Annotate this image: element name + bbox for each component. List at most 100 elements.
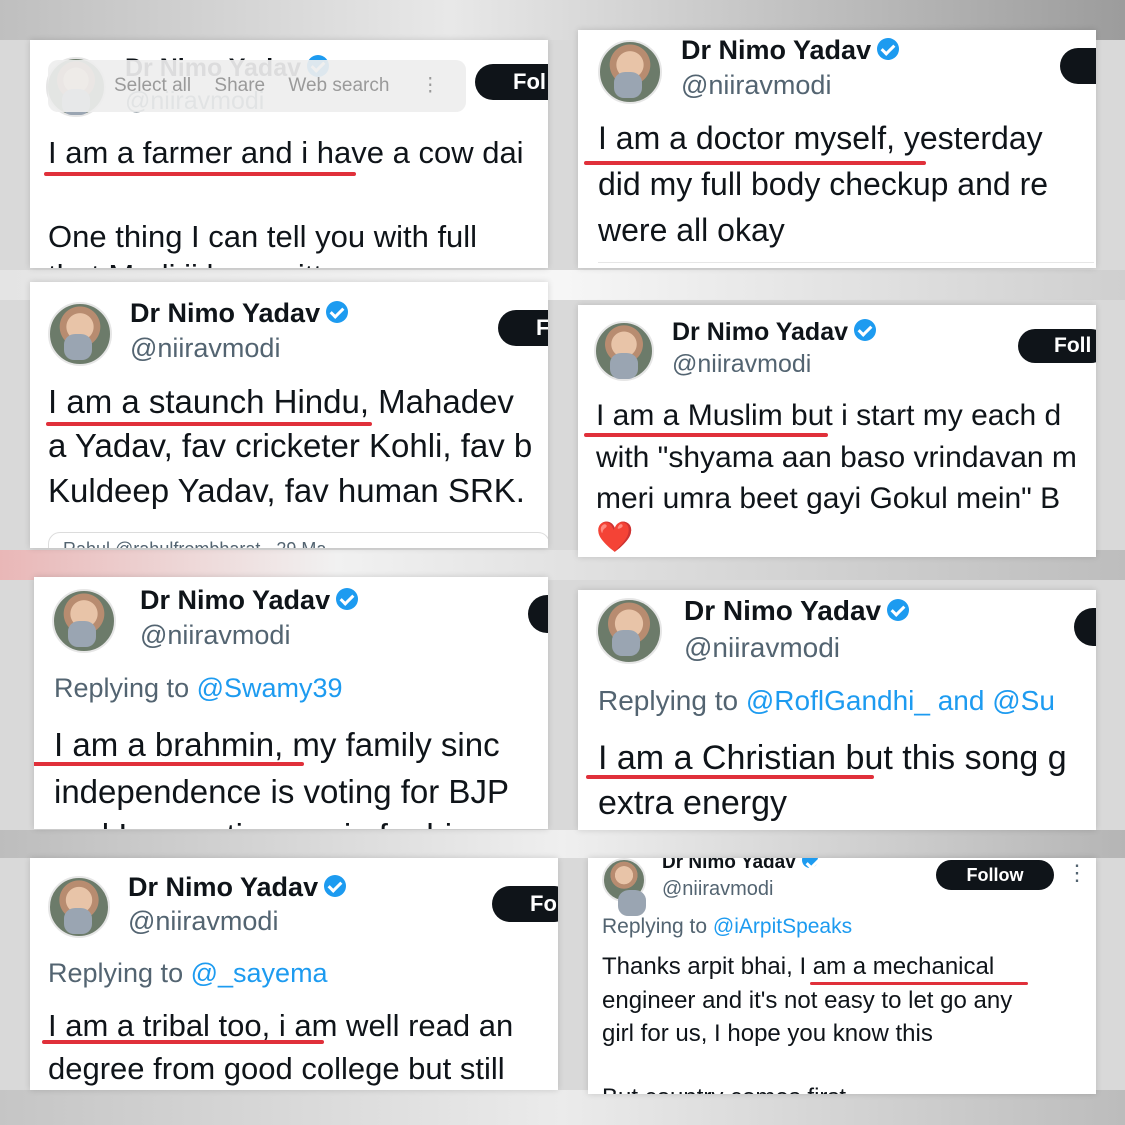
follow-button[interactable]: F xyxy=(498,310,548,346)
author-name[interactable]: Dr Nimo Yadav xyxy=(681,35,900,66)
red-underline xyxy=(584,161,926,165)
background-band xyxy=(0,830,1125,858)
author-name[interactable]: Dr Nimo Yadav xyxy=(684,595,910,627)
red-underline xyxy=(42,1040,324,1044)
tweet-panel-farmer: Dr Nimo Yadav @niiravmodi Select all Sha… xyxy=(30,40,548,268)
author-name[interactable]: Dr Nimo Yadav xyxy=(672,318,877,347)
author-handle[interactable]: @niiravmodi xyxy=(681,70,831,101)
verified-badge-icon xyxy=(877,37,900,60)
author-name[interactable]: Dr Nimo Yadav xyxy=(130,298,349,329)
follow-button[interactable] xyxy=(1074,608,1096,646)
follow-button[interactable] xyxy=(1060,48,1096,84)
reply-mention-link[interactable]: @Swamy39 xyxy=(197,673,343,703)
follow-button[interactable]: Fo xyxy=(492,886,558,922)
reply-mention-link[interactable]: @iArpitSpeaks xyxy=(713,915,852,938)
avatar[interactable] xyxy=(48,302,112,366)
follow-button[interactable]: Follow xyxy=(936,860,1054,890)
tweet-text-line: were all okay xyxy=(598,212,785,248)
tweet-text-rest: but this song g xyxy=(836,739,1067,777)
author-handle[interactable]: @niiravmodi xyxy=(128,906,278,937)
follow-button[interactable]: Foll xyxy=(1018,329,1096,363)
avatar[interactable] xyxy=(598,40,662,104)
author-handle[interactable]: @niiravmodi xyxy=(672,350,811,379)
quoted-tweet-header: Rahul @rahulfrombharat · 29 Ma xyxy=(63,539,326,548)
replying-to: Replying to @RoflGandhi_ and @Su xyxy=(598,685,1055,717)
follow-button[interactable] xyxy=(528,595,548,633)
tweet-text-line: girl for us, I hope you know this xyxy=(602,1020,933,1047)
red-underline xyxy=(44,172,356,176)
tweet-text-line: I am a staunch Hindu, Mahadev xyxy=(48,383,514,421)
follow-button[interactable]: Fol xyxy=(475,64,548,100)
tweet-text-line: a Yadav, fav cricketer Kohli, fav b xyxy=(48,427,533,464)
more-vertical-icon[interactable]: ⋮ xyxy=(421,75,440,96)
replying-to-label: Replying to xyxy=(54,673,190,703)
verified-badge-icon xyxy=(854,319,877,342)
red-underline xyxy=(586,775,874,779)
red-underline xyxy=(810,982,1028,985)
reply-mention-link[interactable]: @_sayema xyxy=(191,958,328,988)
more-vertical-icon[interactable]: ⋮ xyxy=(1066,860,1088,886)
tweet-text-rest: , i am well read an xyxy=(261,1008,514,1043)
tweet-text-line: I am a tribal too, i am well read an xyxy=(48,1008,513,1044)
author-handle[interactable]: @niiravmodi xyxy=(140,620,290,651)
tweet-text-rest: , yesterday xyxy=(886,120,1043,156)
avatar[interactable] xyxy=(48,876,110,938)
tweet-text-line: meri umra beet gayi Gokul mein" B xyxy=(596,482,1061,515)
author-name-label: Dr Nimo Yadav xyxy=(130,298,321,328)
author-handle[interactable]: @niiravmodi xyxy=(684,632,840,664)
select-all-menu-item[interactable]: Select all xyxy=(114,75,191,96)
highlighted-phrase: I am a Muslim xyxy=(596,399,783,432)
quoted-tweet-card[interactable]: Rahul @rahulfrombharat · 29 Ma xyxy=(48,532,548,548)
author-handle[interactable]: @niiravmodi xyxy=(662,878,773,901)
red-underline xyxy=(46,422,372,426)
tweet-text-line: that Modi ji has written xyxy=(48,258,356,268)
highlighted-phrase: I am a mechanical xyxy=(799,953,995,980)
tweet-text-line: independence is voting for BJP xyxy=(54,773,509,810)
web-search-menu-item[interactable]: Web search xyxy=(288,75,389,96)
tweet-text-line: I am a doctor myself, yesterday xyxy=(598,120,1043,157)
avatar[interactable] xyxy=(596,598,662,664)
share-menu-item[interactable]: Share xyxy=(214,75,265,96)
verified-badge-icon xyxy=(336,587,359,610)
tweet-text-line: Kuldeep Yadav, fav human SRK. xyxy=(48,472,525,509)
author-name[interactable]: Dr Nimo Yadav xyxy=(128,872,347,903)
author-name-label: Dr Nimo Yadav xyxy=(140,585,331,615)
verified-badge-icon xyxy=(801,858,818,868)
avatar[interactable] xyxy=(52,589,116,653)
verified-badge-icon xyxy=(326,300,349,323)
divider xyxy=(598,262,1094,263)
tweet-panel-brahmin: Dr Nimo Yadav @niiravmodi Replying to @S… xyxy=(34,577,548,829)
author-name-label: Dr Nimo Yadav xyxy=(681,35,872,65)
tweet-text-line: One thing I can tell you with full xyxy=(48,219,478,254)
tweet-text-line: engineer and it's not easy to let go any xyxy=(602,987,1013,1014)
tweet-panel-christian: Dr Nimo Yadav @niiravmodi Replying to @R… xyxy=(578,590,1096,830)
avatar[interactable] xyxy=(602,858,646,916)
replying-to: Replying to @iArpitSpeaks xyxy=(602,915,852,939)
author-name[interactable]: Dr Nimo Yadav xyxy=(662,858,818,874)
tweet-text-rest: , Mahadev xyxy=(359,383,514,420)
avatar[interactable] xyxy=(594,321,654,381)
tweet-text-line: and I am voting again for bjp xyxy=(54,817,470,829)
author-name[interactable]: Dr Nimo Yadav xyxy=(140,585,359,616)
tweet-panel-doctor: Dr Nimo Yadav @niiravmodi I am a doctor … xyxy=(578,30,1096,268)
reply-mention-link[interactable]: @RoflGandhi_ and @Su xyxy=(746,685,1055,716)
highlighted-phrase: I am a Christian xyxy=(598,739,837,777)
tweet-text-rest: but i start my each d xyxy=(782,399,1062,432)
background-band xyxy=(0,1090,1125,1125)
author-handle[interactable]: @niiravmodi xyxy=(130,333,280,364)
replying-to-label: Replying to xyxy=(598,685,739,716)
tweet-panel-hindu: Dr Nimo Yadav @niiravmodi F I am a staun… xyxy=(30,282,548,548)
author-name-label: Dr Nimo Yadav xyxy=(662,858,796,873)
tweet-panel-tribal: Dr Nimo Yadav @niiravmodi Fo Replying to… xyxy=(30,858,558,1090)
tweet-text-line: I am a farmer and i have a cow dai xyxy=(48,135,524,170)
highlighted-phrase: I am a brahmin xyxy=(54,726,275,763)
tweet-text-line: extra energy xyxy=(598,784,787,822)
author-name-label: Dr Nimo Yadav xyxy=(684,595,882,626)
red-underline xyxy=(584,433,828,437)
replying-to: Replying to @_sayema xyxy=(48,958,328,989)
tweet-text-line: I am a Muslim but i start my each d xyxy=(596,399,1061,433)
highlighted-phrase: I am a tribal too xyxy=(48,1008,262,1043)
replying-to-label: Replying to xyxy=(48,958,184,988)
tweet-text-line: I am a Christian but this song g xyxy=(598,739,1067,778)
heart-emoji: ❤️ xyxy=(596,521,634,554)
